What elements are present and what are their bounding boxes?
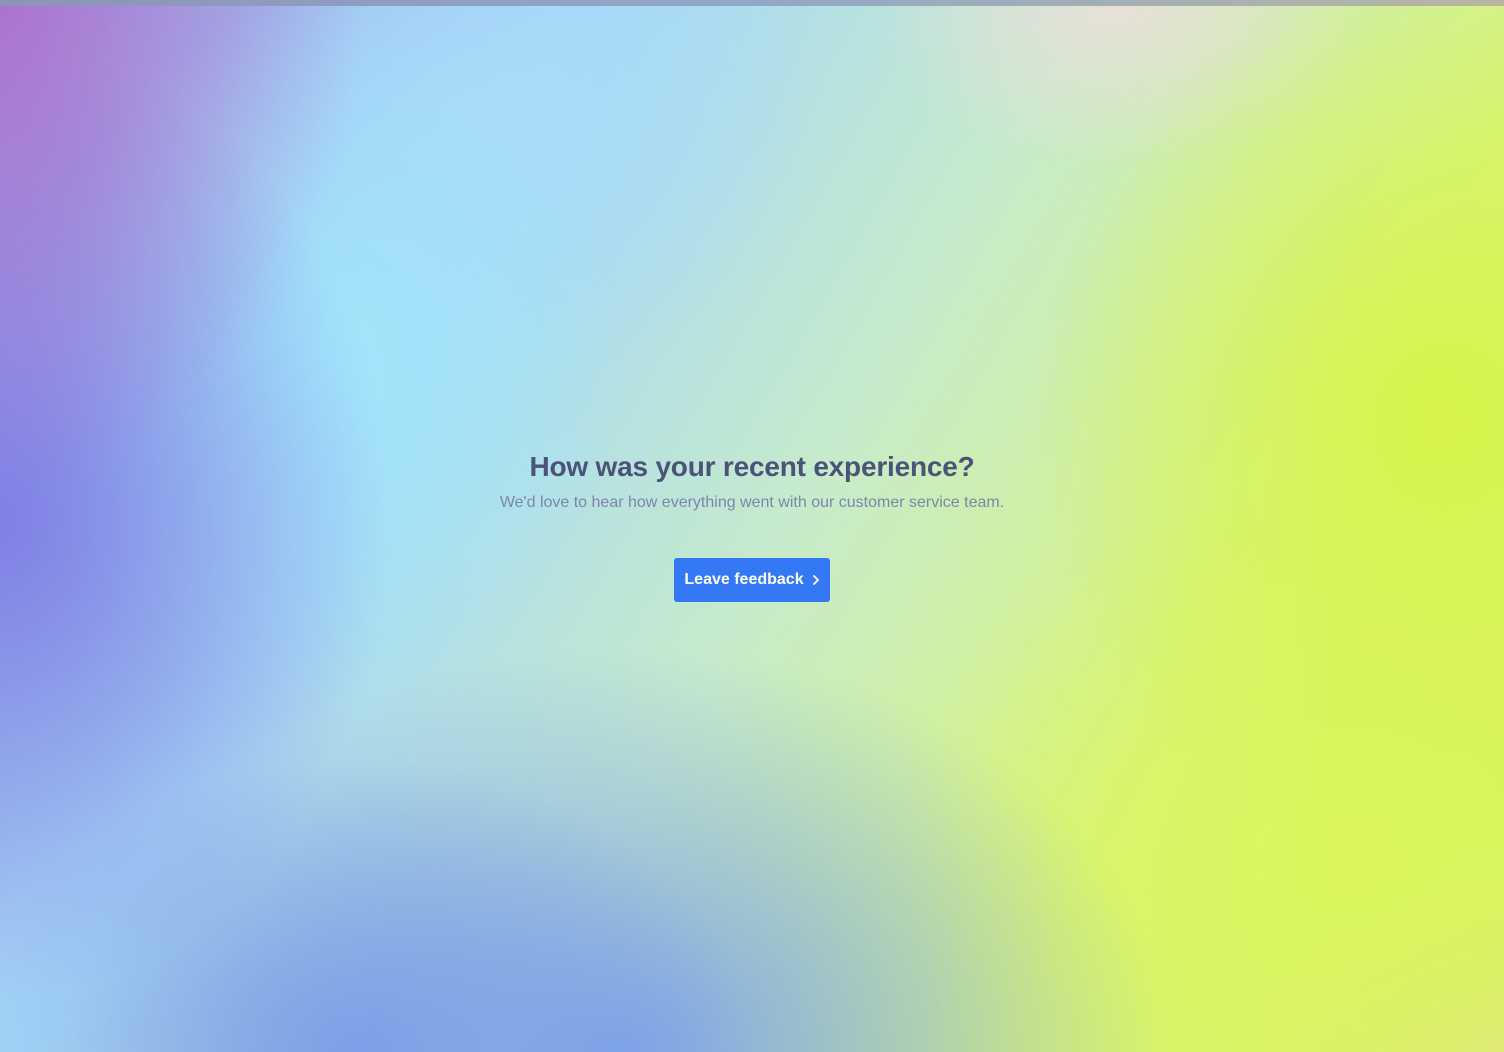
feedback-prompt: How was your recent experience? We'd lov… [0,448,1504,515]
leave-feedback-button[interactable]: Leave feedback [674,558,830,602]
top-edge-bar [0,0,1504,6]
page-subtitle: We'd love to hear how everything went wi… [499,494,1005,511]
page-title: How was your recent experience? [529,451,975,482]
leave-feedback-label: Leave feedback [684,571,804,588]
chevron-right-icon [812,574,820,586]
gradient-background [0,0,1504,1052]
